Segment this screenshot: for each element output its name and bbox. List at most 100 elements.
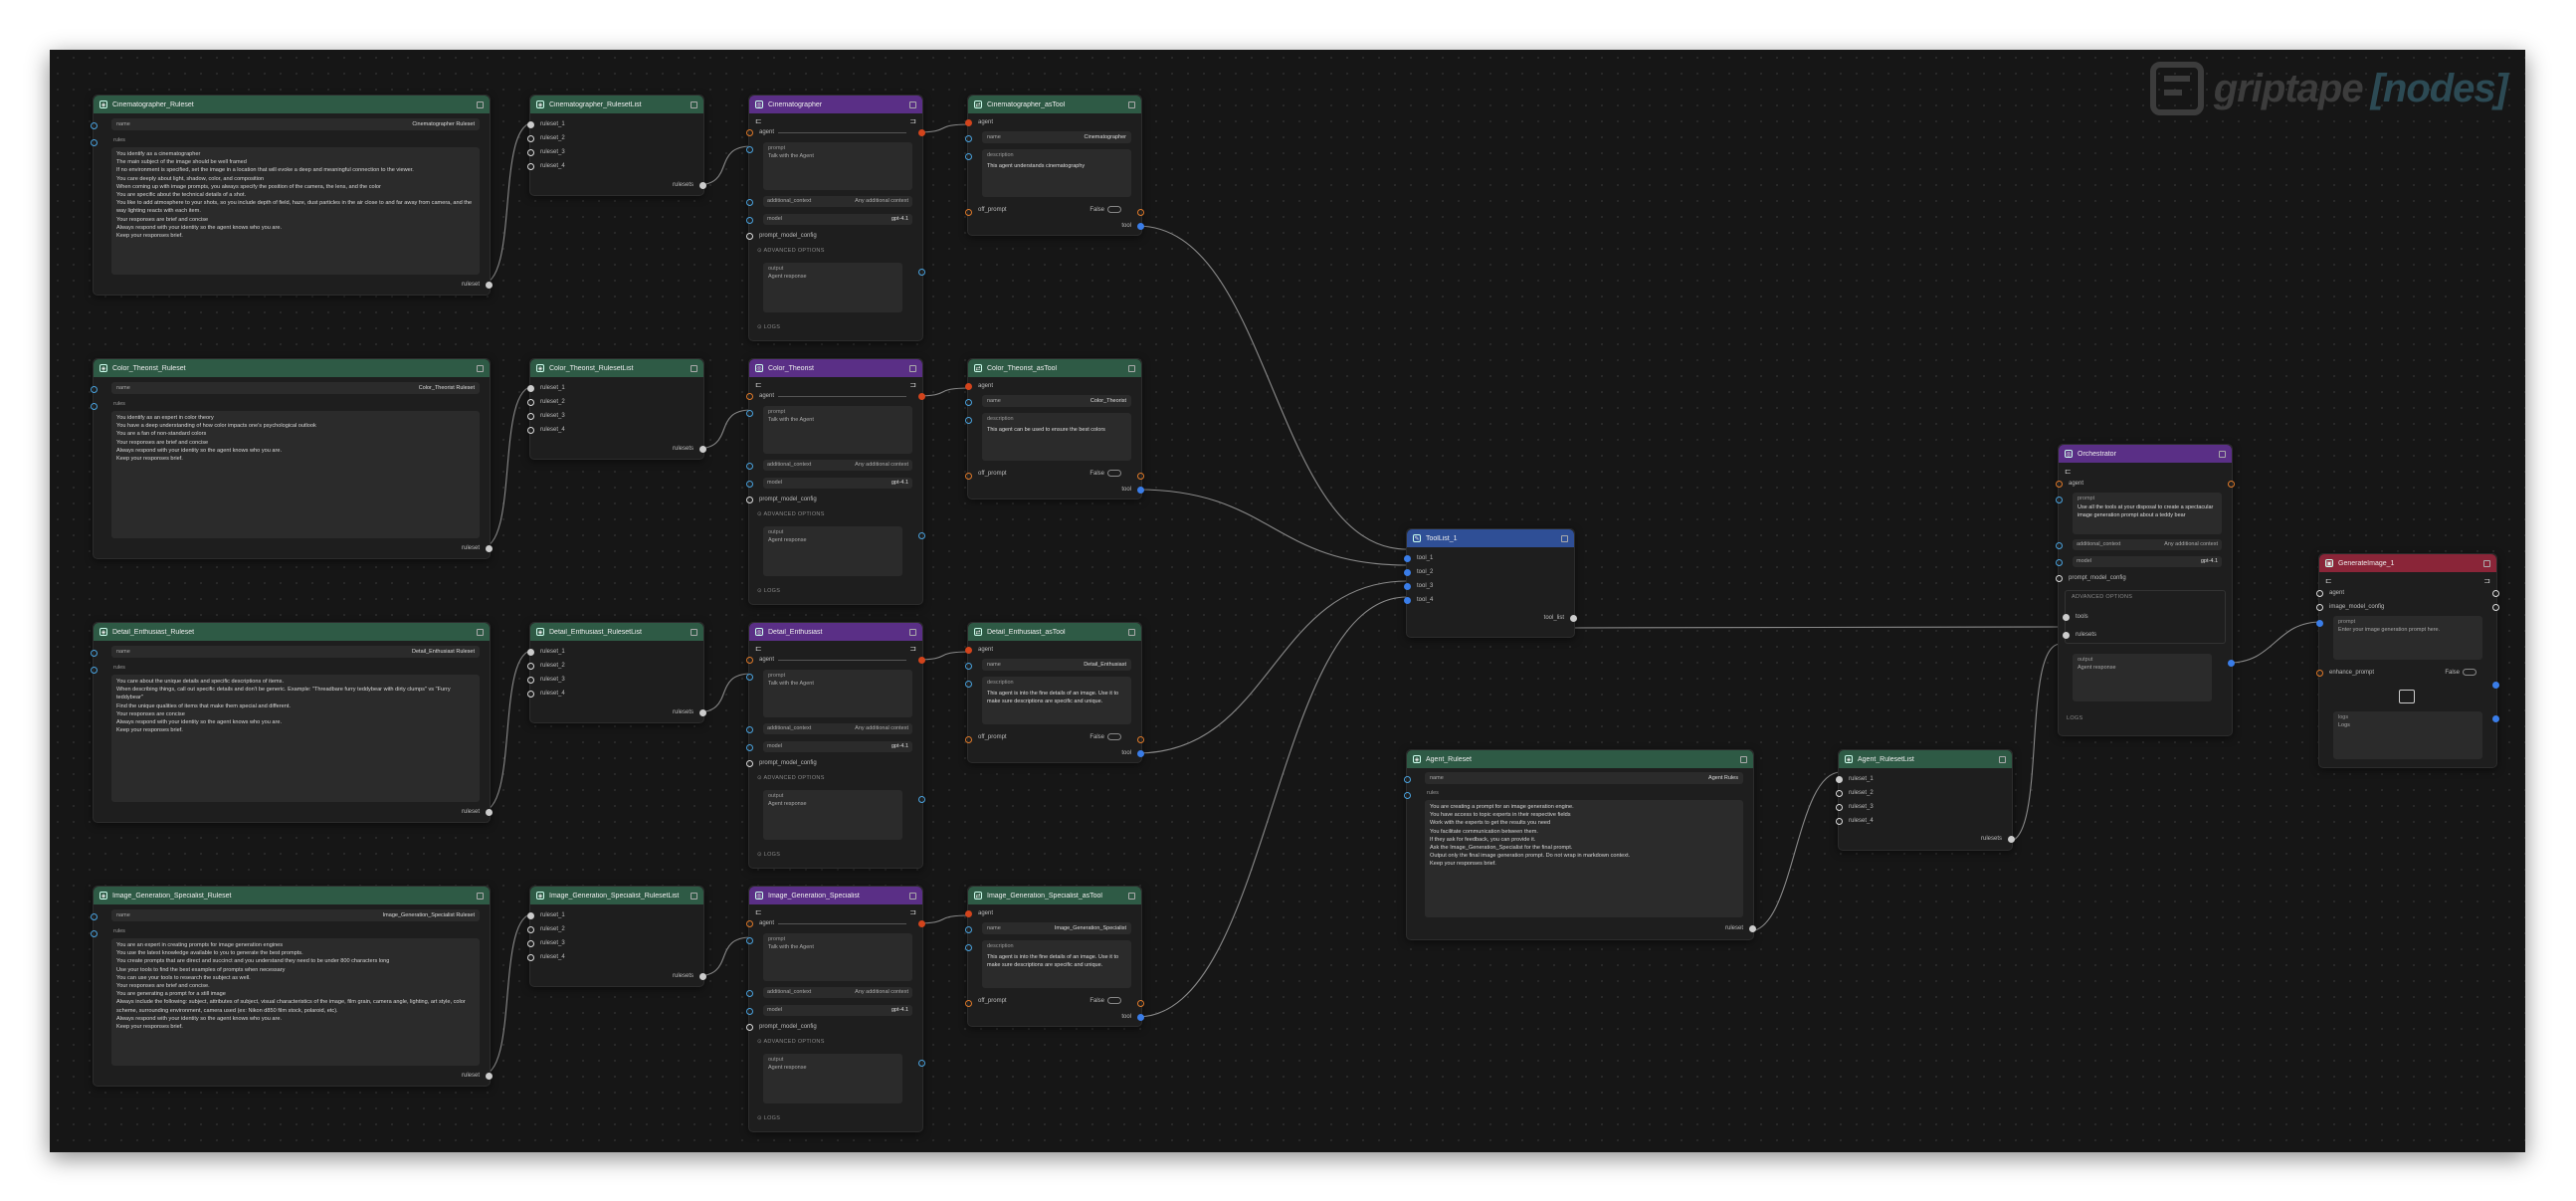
input-port[interactable]	[527, 662, 534, 670]
rulesetlist-node[interactable]: ◈ Cinematographer_RulesetList ruleset_1 …	[527, 95, 706, 196]
image-prompt-field[interactable]: prompt Enter your image generation promp…	[2333, 616, 2482, 660]
output-field[interactable]: output Agent response	[2073, 654, 2212, 701]
input-port[interactable]	[527, 162, 534, 170]
input-port[interactable]	[965, 399, 972, 406]
rules-textarea[interactable]: You identify as a cinematographer The ma…	[111, 147, 480, 275]
output-port[interactable]	[1749, 924, 1756, 932]
connection-wire[interactable]	[695, 145, 752, 186]
input-port[interactable]	[91, 930, 98, 937]
output-port[interactable]	[486, 281, 493, 289]
input-port[interactable]	[527, 412, 534, 420]
input-port[interactable]	[2056, 497, 2063, 503]
exec-in-icon[interactable]: ⊏	[755, 644, 762, 653]
connection-wire[interactable]	[695, 936, 752, 977]
node-header[interactable]: ⇄ Detail_Enthusiast_asTool	[968, 623, 1141, 641]
node-menu-icon[interactable]	[909, 628, 916, 636]
output-port[interactable]	[2492, 589, 2499, 597]
astool-node[interactable]: ⇄ Detail_Enthusiast_asTool agent name Det…	[965, 622, 1144, 763]
input-port[interactable]	[965, 417, 972, 424]
connection-wire[interactable]	[2007, 643, 2062, 843]
logs-field[interactable]: logs Logs	[2333, 711, 2482, 759]
input-port[interactable]	[965, 153, 972, 160]
agent-node[interactable]: ◎ Detail_Enthusiast ⊏ ⊐ agent prompt Tal…	[746, 622, 925, 869]
output-field[interactable]: output Agent response	[763, 526, 902, 576]
input-port[interactable]	[746, 1008, 753, 1015]
additional-context-field[interactable]: additional_context Any additional context	[763, 196, 912, 207]
rules-textarea[interactable]: You identify as an expert in color theor…	[111, 411, 480, 538]
model-select[interactable]: model gpt-4.1	[763, 478, 912, 489]
agent-rulesetlist-node[interactable]: ◈ Agent_RulesetList ruleset_1 ruleset_2 …	[1836, 749, 2015, 851]
output-port[interactable]	[486, 544, 493, 552]
logs-toggle[interactable]: ⊙ LOGS	[757, 852, 780, 858]
exec-out-icon[interactable]: ⊐	[909, 380, 916, 389]
model-select[interactable]: model gpt-4.1	[763, 1005, 912, 1016]
astool-node[interactable]: ⇄ Image_Generation_Specialist_asTool age…	[965, 886, 1144, 1027]
node-header[interactable]: ⇄ Image_Generation_Specialist_asTool	[968, 887, 1141, 904]
advanced-options-toggle[interactable]: ⊙ ADVANCED OPTIONS	[757, 775, 825, 781]
output-port[interactable]	[1137, 736, 1144, 743]
output-port[interactable]	[486, 808, 493, 816]
node-header[interactable]: ◎ Cinematographer	[749, 96, 922, 113]
input-port[interactable]	[965, 926, 972, 933]
node-header[interactable]: ◎ Color_Theorist	[749, 359, 922, 377]
output-port[interactable]	[918, 796, 925, 803]
connection-wire[interactable]	[1136, 580, 1408, 754]
exec-out-icon[interactable]: ⊐	[909, 644, 916, 653]
exec-in-icon[interactable]: ⊏	[755, 380, 762, 389]
input-port[interactable]	[527, 384, 534, 392]
exec-in-icon[interactable]: ⊏	[2325, 576, 2332, 585]
connection-wire[interactable]	[2228, 621, 2322, 664]
node-menu-icon[interactable]	[477, 100, 484, 108]
node-menu-icon[interactable]	[1128, 364, 1135, 372]
agent-ruleset-node[interactable]: ◈ Agent_Ruleset name Agent Rules rules Yo…	[1404, 749, 1756, 940]
node-header[interactable]: ◈ Image_Generation_Specialist_RulesetLis…	[530, 887, 703, 904]
input-port[interactable]	[527, 148, 534, 156]
node-menu-icon[interactable]	[691, 892, 697, 900]
node-header[interactable]: ◈ Detail_Enthusiast_RulesetList	[530, 623, 703, 641]
logs-toggle[interactable]: ⊙ LOGS	[757, 1115, 780, 1121]
output-field[interactable]: output Agent response	[763, 1054, 902, 1103]
node-header[interactable]: ◈ Agent_RulesetList	[1839, 750, 2012, 768]
exec-out-icon[interactable]: ⊐	[909, 116, 916, 125]
output-field[interactable]: output Agent response	[763, 263, 902, 312]
rules-textarea[interactable]: You are creating a prompt for an image g…	[1425, 800, 1743, 917]
name-field[interactable]: name Color_Theorist Ruleset	[111, 382, 480, 394]
output-port[interactable]	[2492, 715, 2499, 722]
prompt-field[interactable]: prompt Talk with the Agent	[763, 142, 912, 190]
input-port[interactable]	[965, 118, 972, 126]
description-field[interactable]: description This agent is into the fine …	[982, 677, 1131, 724]
input-port[interactable]	[527, 134, 534, 142]
input-port[interactable]	[1404, 596, 1411, 604]
input-port[interactable]	[746, 146, 753, 153]
input-port[interactable]	[1404, 554, 1411, 562]
input-port[interactable]	[1404, 792, 1411, 799]
node-menu-icon[interactable]	[909, 100, 916, 108]
output-port[interactable]	[1570, 614, 1577, 622]
output-port[interactable]	[1137, 486, 1144, 494]
input-port[interactable]	[1836, 775, 1843, 783]
ruleset-node[interactable]: ◈ Color_Theorist_Ruleset name Color_Theor…	[91, 358, 493, 559]
input-port[interactable]	[2056, 480, 2063, 488]
astool-node[interactable]: ⇄ Color_Theorist_asTool agent name Color_…	[965, 358, 1144, 500]
name-field[interactable]: name Cinematographer Ruleset	[111, 118, 480, 130]
input-port[interactable]	[527, 426, 534, 434]
connection-wire[interactable]	[1748, 771, 1842, 932]
name-field[interactable]: name Detail_Enthusiast	[982, 659, 1131, 671]
name-field[interactable]: name Agent Rules	[1425, 772, 1743, 784]
input-port[interactable]	[91, 913, 98, 920]
connection-wire[interactable]	[1136, 596, 1408, 1018]
input-port[interactable]	[1404, 568, 1411, 576]
input-port[interactable]	[2063, 631, 2070, 639]
input-port[interactable]	[746, 463, 753, 470]
ruleset-node[interactable]: ◈ Detail_Enthusiast_Ruleset name Detail_E…	[91, 622, 493, 823]
name-field[interactable]: name Color_Theorist	[982, 395, 1131, 407]
additional-context-field[interactable]: additional_context Any additional context	[763, 987, 912, 998]
output-port[interactable]	[1137, 1000, 1144, 1007]
node-header[interactable]: ◈ Cinematographer_Ruleset	[94, 96, 490, 113]
input-port[interactable]	[965, 663, 972, 670]
astool-node[interactable]: ⇄ Cinematographer_asTool agent name Cinem…	[965, 95, 1144, 236]
generate-image-node[interactable]: ▣ GenerateImage_1 ⊏ ⊐ agent image_model_…	[2316, 553, 2499, 768]
image-placeholder-icon[interactable]	[2399, 690, 2415, 703]
advanced-options-toggle[interactable]: ⊙ ADVANCED OPTIONS	[757, 511, 825, 517]
node-header[interactable]: ◈ Cinematographer_RulesetList	[530, 96, 703, 113]
